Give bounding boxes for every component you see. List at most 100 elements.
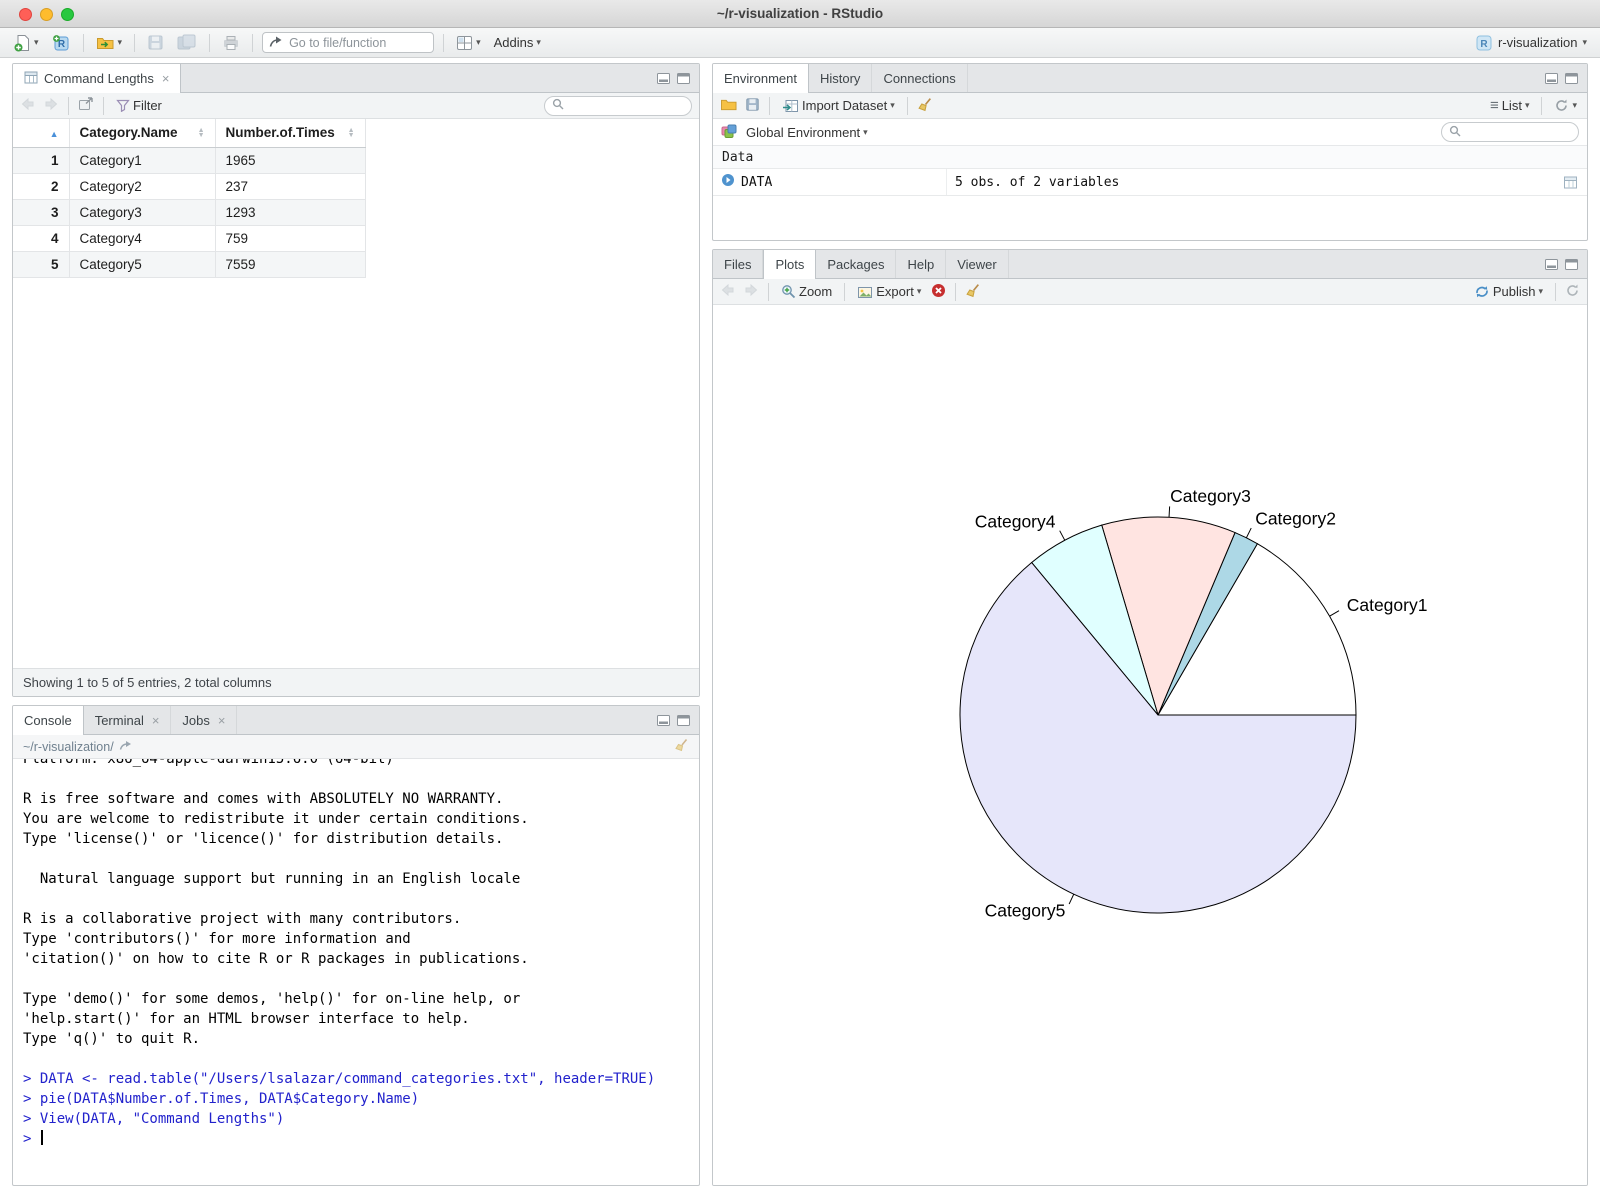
list-label: List: [1501, 98, 1522, 113]
data-grid-icon: [24, 71, 38, 87]
environment-search[interactable]: [1441, 122, 1579, 142]
save-all-icon: [177, 34, 197, 51]
pie-label-Category3: Category3: [1170, 486, 1251, 506]
pane-layout-button[interactable]: ▾: [453, 33, 484, 53]
pie-label-Category4: Category4: [975, 511, 1056, 531]
next-plot-icon[interactable]: [743, 283, 759, 300]
tab-terminal[interactable]: Terminal ×: [84, 706, 172, 734]
data-viewer-pane: Command Lengths × Filter ▲ Category.Name…: [12, 63, 700, 697]
refresh-environment-button[interactable]: ▾: [1551, 96, 1580, 115]
back-icon[interactable]: [20, 97, 36, 114]
save-all-button[interactable]: [174, 32, 200, 53]
console-line: Type 'q()' to quit R.: [23, 1031, 201, 1047]
table-row[interactable]: 3 Category3 1293: [13, 199, 366, 226]
data-table: ▲ Category.Name ▲▼ Number.of.Times ▲▼: [13, 119, 366, 278]
console-output[interactable]: Platform: x86_64-apple-darwin15.6.0 (64-…: [13, 759, 699, 1185]
pie-chart: Category1 Category2Category3 Category4 Cate…: [959, 486, 1427, 921]
refresh-plot-icon[interactable]: [1565, 283, 1580, 301]
column-header-category-name[interactable]: Category.Name ▲ ▼: [69, 119, 216, 148]
environment-scope-row: Global Environment ▾: [713, 119, 1587, 146]
new-project-button[interactable]: R: [49, 32, 74, 54]
pie-label-Category5: Category5: [985, 901, 1066, 921]
maximize-pane-icon[interactable]: [1565, 258, 1578, 270]
console-prompt[interactable]: >: [23, 1129, 699, 1149]
clear-console-icon[interactable]: [674, 738, 689, 755]
view-object-icon[interactable]: [1554, 176, 1587, 189]
save-button[interactable]: [144, 32, 167, 53]
environment-scope-button[interactable]: Global Environment ▾: [743, 123, 871, 142]
close-icon[interactable]: ×: [218, 713, 226, 728]
maximize-pane-icon[interactable]: [677, 72, 690, 84]
toolbar-separator: [768, 282, 769, 301]
pie-label-tick: [1059, 530, 1066, 541]
console-line: > pie(DATA$Number.of.Times, DATA$Categor…: [23, 1091, 420, 1107]
table-row[interactable]: 2 Category2 237: [13, 173, 366, 200]
zoom-plot-button[interactable]: Zoom: [778, 282, 835, 301]
goto-file-function-input[interactable]: [287, 34, 428, 51]
tab-history[interactable]: History: [809, 64, 873, 92]
minimize-pane-icon[interactable]: [657, 714, 670, 726]
addins-button[interactable]: Addins ▾: [491, 33, 544, 52]
minimize-pane-icon[interactable]: [657, 72, 670, 84]
close-window-button[interactable]: [19, 8, 32, 21]
clear-plots-icon[interactable]: [965, 283, 981, 301]
data-viewer-search[interactable]: [544, 95, 692, 116]
filter-button[interactable]: Filter: [113, 96, 165, 115]
column-header-number-of-times[interactable]: Number.of.Times ▲ ▼: [215, 119, 366, 148]
data-viewer-search-input[interactable]: [568, 97, 684, 114]
tab-jobs[interactable]: Jobs ×: [171, 706, 238, 734]
save-workspace-icon[interactable]: [745, 97, 760, 115]
tab-viewer[interactable]: Viewer: [946, 250, 1009, 278]
import-dataset-button[interactable]: Import Dataset ▾: [779, 96, 898, 115]
new-file-button[interactable]: ▾: [10, 32, 42, 54]
tab-environment[interactable]: Environment: [713, 64, 809, 93]
minimize-pane-icon[interactable]: [1545, 72, 1558, 84]
publish-plot-button[interactable]: Publish ▾: [1471, 282, 1546, 301]
forward-icon[interactable]: [43, 97, 59, 114]
table-status-bar: Showing 1 to 5 of 5 entries, 2 total col…: [13, 668, 699, 696]
zoom-window-button[interactable]: [61, 8, 74, 21]
environment-view-mode-button[interactable]: ≡ List ▾: [1487, 95, 1533, 116]
clear-environment-icon[interactable]: [917, 97, 933, 115]
environment-object-row[interactable]: DATA 5 obs. of 2 variables: [713, 169, 1587, 196]
tab-files[interactable]: Files: [713, 250, 764, 278]
table-row[interactable]: 5 Category5 7559: [13, 251, 366, 278]
open-in-new-window-icon[interactable]: [78, 97, 94, 114]
previous-plot-icon[interactable]: [720, 283, 736, 300]
pane-window-buttons: [657, 706, 699, 734]
print-button[interactable]: [219, 33, 243, 53]
tab-plots[interactable]: Plots: [763, 250, 817, 279]
tab-help[interactable]: Help: [896, 250, 947, 278]
export-plot-button[interactable]: Export ▾: [854, 282, 924, 301]
row-number-header[interactable]: ▲: [13, 119, 70, 148]
console-line: Type 'contributors()' for more informati…: [23, 931, 411, 947]
close-icon[interactable]: ×: [152, 713, 160, 728]
maximize-pane-icon[interactable]: [677, 714, 690, 726]
toolbar-separator: [844, 282, 846, 301]
environment-search-input[interactable]: [1465, 124, 1571, 140]
maximize-pane-icon[interactable]: [1565, 72, 1578, 84]
table-row[interactable]: 4 Category4 759: [13, 225, 366, 252]
minimize-pane-icon[interactable]: [1545, 258, 1558, 270]
open-file-button[interactable]: ▾: [93, 33, 126, 53]
pane-window-buttons: [657, 64, 699, 92]
load-workspace-icon[interactable]: [720, 97, 738, 115]
expand-object-icon[interactable]: [721, 173, 735, 191]
toolbar-separator: [1555, 282, 1556, 301]
pie-label-Category2: Category2: [1255, 509, 1336, 529]
tab-command-lengths[interactable]: Command Lengths ×: [13, 64, 182, 93]
project-menu-button[interactable]: R r-visualization ▾: [1472, 32, 1590, 54]
chevron-down-icon: ▾: [890, 100, 895, 110]
tab-connections[interactable]: Connections: [872, 64, 968, 92]
remove-plot-icon[interactable]: [931, 283, 946, 301]
table-row[interactable]: 1 Category1 1965: [13, 147, 366, 174]
goto-directory-icon[interactable]: [119, 740, 132, 754]
goto-file-function-box[interactable]: [262, 32, 435, 53]
tab-packages[interactable]: Packages: [816, 250, 897, 278]
minimize-window-button[interactable]: [40, 8, 53, 21]
tab-console[interactable]: Console: [13, 706, 84, 735]
close-icon[interactable]: ×: [162, 71, 170, 86]
